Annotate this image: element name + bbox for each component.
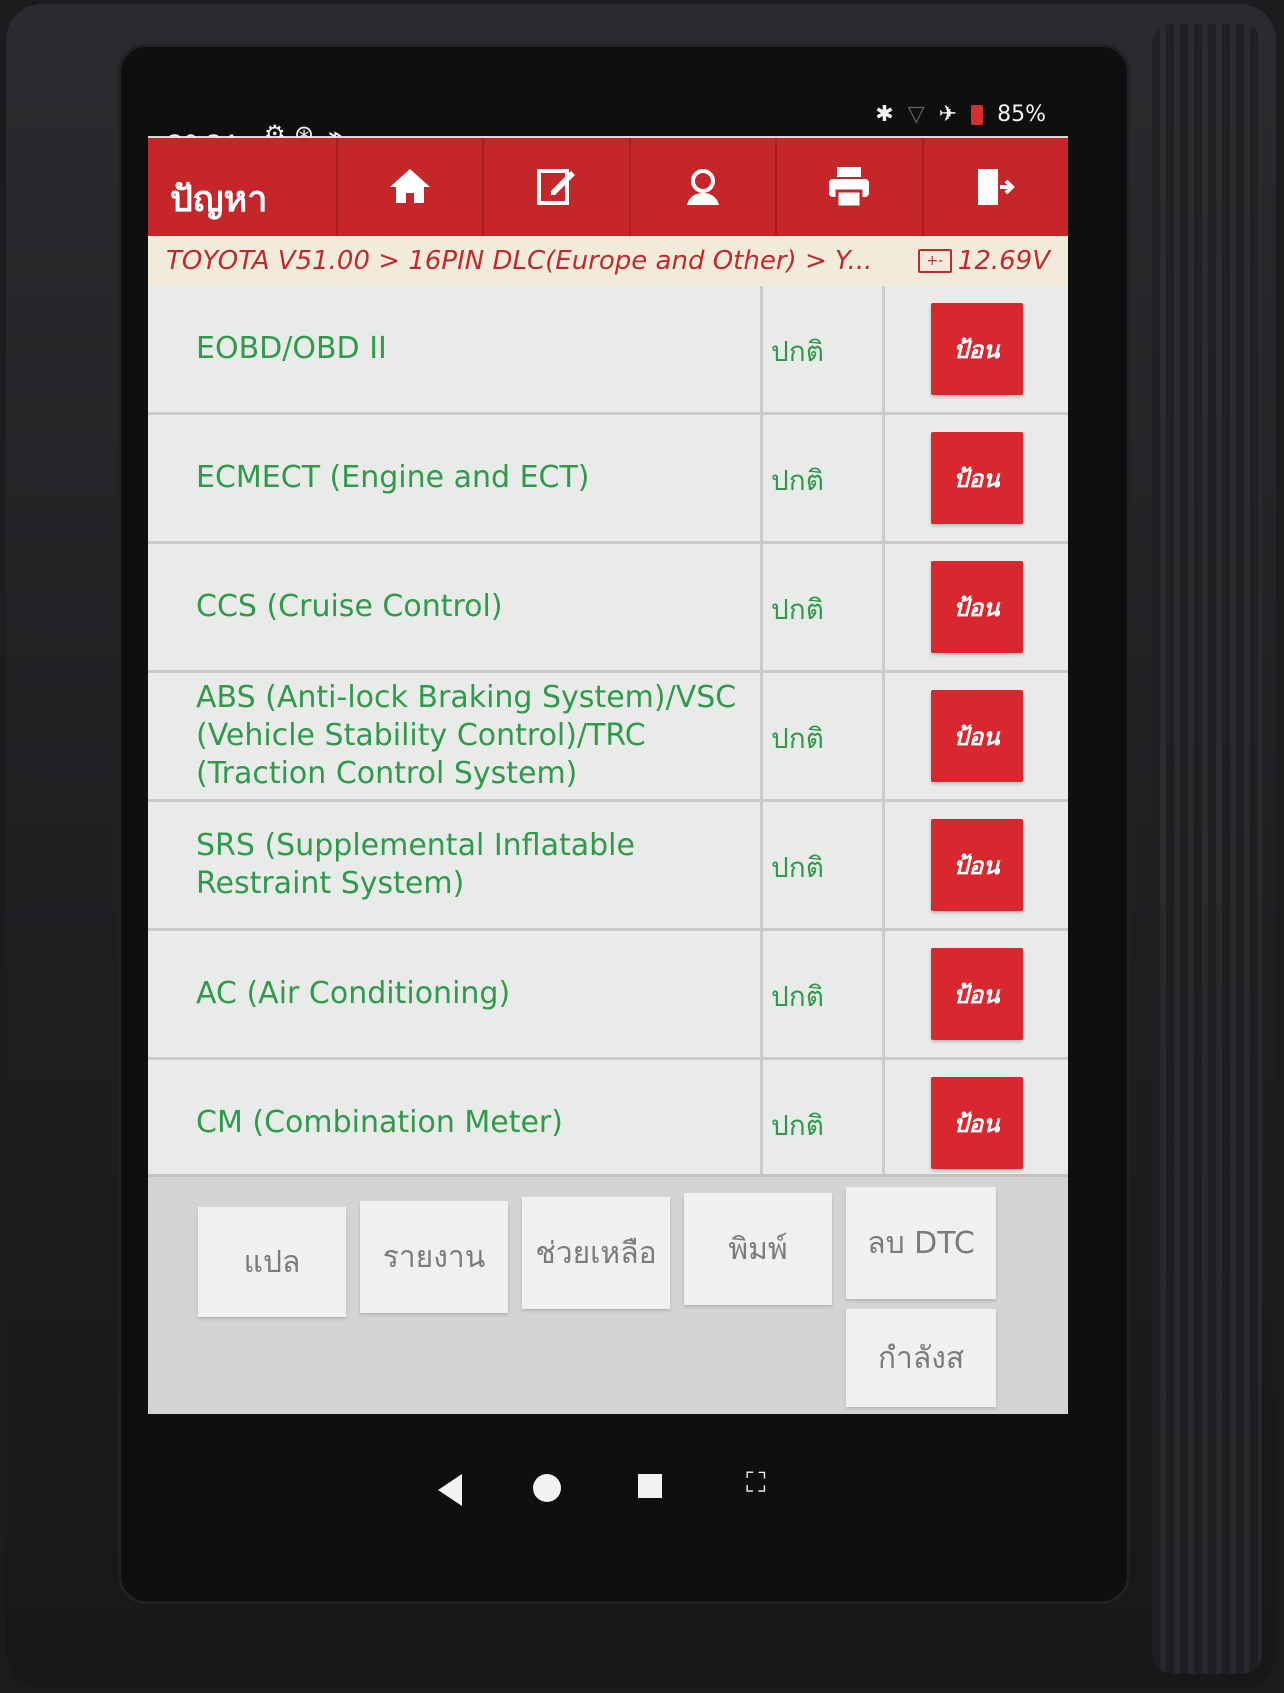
status-bar: 20:34 น. ⚙ ⊛ ⌁ ✱ ▽ ✈ 85%	[148, 96, 1068, 158]
page-title: ปัญหา	[170, 179, 268, 220]
breadcrumb-path: TOYOTA V51.00 > 16PIN DLC(Europe and Oth…	[166, 246, 873, 276]
system-nav-bar: ⛶	[148, 1456, 1068, 1536]
app-header: ปัญหา	[148, 138, 1068, 236]
enter-button[interactable]: ป้อน	[930, 948, 1023, 1040]
system-status: ปกติ	[763, 673, 885, 799]
enter-button[interactable]: ป้อน	[930, 690, 1023, 782]
voltage-value: 12.69V	[957, 246, 1050, 276]
system-row: EOBD/OBD II ปกติ ป้อน	[148, 286, 1068, 415]
battery-icon	[971, 104, 984, 125]
print-report-button[interactable]: พิมพ์	[684, 1193, 832, 1305]
system-row: SRS (Supplemental Inflatable Restraint S…	[148, 802, 1068, 931]
translate-button[interactable]: แปล	[198, 1207, 346, 1317]
support-icon	[687, 169, 720, 205]
system-status: ปกติ	[763, 286, 885, 412]
exit-button[interactable]	[921, 138, 1068, 236]
system-name: EOBD/OBD II	[148, 286, 763, 412]
enter-button[interactable]: ป้อน	[930, 303, 1023, 395]
system-name: ECMECT (Engine and ECT)	[148, 415, 763, 541]
scanning-button[interactable]: กำลังส	[846, 1309, 996, 1407]
print-icon	[829, 167, 870, 209]
signal-icon: ▽	[907, 102, 925, 127]
system-row: AC (Air Conditioning) ปกติ ป้อน	[148, 931, 1068, 1060]
system-list: EOBD/OBD II ปกติ ป้อน ECMECT (Engine and…	[148, 286, 1068, 1174]
device-grip	[1152, 24, 1262, 1674]
system-name: SRS (Supplemental Inflatable Restraint S…	[148, 802, 763, 928]
back-icon[interactable]	[438, 1474, 462, 1506]
screenshot-icon[interactable]: ⛶	[746, 1466, 766, 1500]
report-button[interactable]: รายงาน	[360, 1201, 508, 1313]
app-screen: 20:34 น. ⚙ ⊛ ⌁ ✱ ▽ ✈ 85% ปัญหา TOYOTA V5	[148, 96, 1068, 1456]
system-name: CCS (Cruise Control)	[148, 544, 763, 670]
battery-level: 85%	[997, 102, 1046, 127]
system-status: ปกติ	[763, 415, 885, 541]
edit-icon	[536, 169, 575, 205]
system-row: ABS (Anti-lock Braking System)/VSC (Vehi…	[148, 673, 1068, 802]
enter-button[interactable]: ป้อน	[930, 561, 1023, 653]
edit-button[interactable]	[482, 138, 628, 236]
print-button[interactable]	[775, 138, 921, 236]
system-name: ABS (Anti-lock Braking System)/VSC (Vehi…	[148, 673, 763, 799]
help-button[interactable]: ช่วยเหลือ	[522, 1197, 670, 1309]
enter-button[interactable]: ป้อน	[930, 819, 1023, 911]
status-right-group: ✱ ▽ ✈ 85%	[875, 102, 1046, 127]
home-button[interactable]	[336, 138, 482, 236]
system-row: CM (Combination Meter) ปกติ ป้อน	[148, 1060, 1068, 1174]
system-row: ECMECT (Engine and ECT) ปกติ ป้อน	[148, 415, 1068, 544]
exit-icon	[977, 169, 1015, 205]
bottom-toolbar: แปล รายงาน ช่วยเหลือ พิมพ์ ลบ DTC กำลังส	[148, 1174, 1068, 1417]
recents-icon[interactable]	[638, 1474, 662, 1498]
enter-button[interactable]: ป้อน	[930, 432, 1023, 524]
enter-button[interactable]: ป้อน	[930, 1077, 1023, 1169]
home-nav-icon[interactable]	[533, 1474, 561, 1502]
system-status: ปกติ	[763, 802, 885, 928]
system-row: CCS (Cruise Control) ปกติ ป้อน	[148, 544, 1068, 673]
clear-dtc-button[interactable]: ลบ DTC	[846, 1187, 996, 1299]
system-name: CM (Combination Meter)	[148, 1060, 763, 1174]
breadcrumb: TOYOTA V51.00 > 16PIN DLC(Europe and Oth…	[148, 236, 1068, 286]
car-battery-icon: +-	[917, 249, 952, 273]
airplane-icon: ✈	[938, 102, 958, 127]
bluetooth-icon: ✱	[875, 102, 894, 127]
system-status: ปกติ	[763, 931, 885, 1057]
system-status: ปกติ	[763, 544, 885, 670]
support-button[interactable]	[628, 138, 775, 236]
screen-bottom-bar	[148, 1414, 1068, 1456]
system-name: AC (Air Conditioning)	[148, 931, 763, 1057]
battery-voltage: +- 12.69V	[917, 246, 1050, 276]
home-icon	[390, 169, 431, 203]
system-status: ปกติ	[763, 1060, 885, 1174]
